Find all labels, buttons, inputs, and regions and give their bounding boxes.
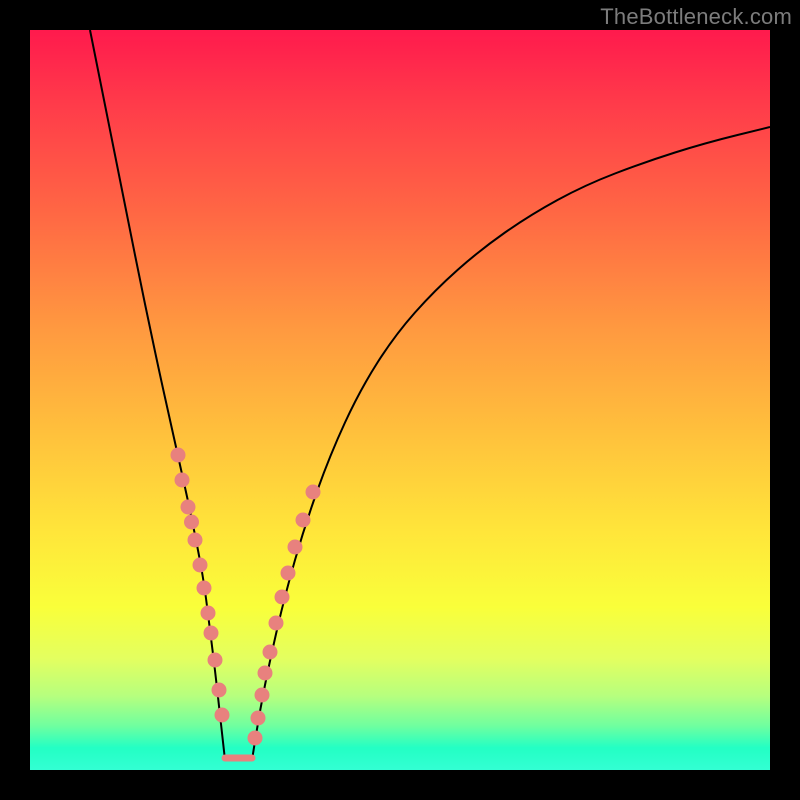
marker-dot: [204, 626, 218, 640]
marker-dot: [212, 683, 226, 697]
marker-dot: [215, 708, 229, 722]
marker-dot: [201, 606, 215, 620]
marker-dot: [248, 731, 262, 745]
curve-markers: [171, 448, 320, 745]
marker-dot: [185, 515, 199, 529]
marker-dot: [175, 473, 189, 487]
marker-dot: [197, 581, 211, 595]
marker-dot: [251, 711, 265, 725]
marker-dot: [281, 566, 295, 580]
marker-dot: [208, 653, 222, 667]
marker-dot: [171, 448, 185, 462]
chart-frame: TheBottleneck.com: [0, 0, 800, 800]
watermark-text: TheBottleneck.com: [600, 4, 792, 30]
marker-dot: [188, 533, 202, 547]
marker-dot: [258, 666, 272, 680]
marker-dot: [255, 688, 269, 702]
left-curve: [90, 30, 225, 760]
curve-layer: [30, 30, 770, 770]
marker-dot: [269, 616, 283, 630]
marker-dot: [306, 485, 320, 499]
marker-dot: [263, 645, 277, 659]
right-curve: [252, 127, 770, 760]
marker-dot: [275, 590, 289, 604]
marker-dot: [288, 540, 302, 554]
marker-dot: [193, 558, 207, 572]
plot-area: [30, 30, 770, 770]
marker-dot: [181, 500, 195, 514]
marker-dot: [296, 513, 310, 527]
